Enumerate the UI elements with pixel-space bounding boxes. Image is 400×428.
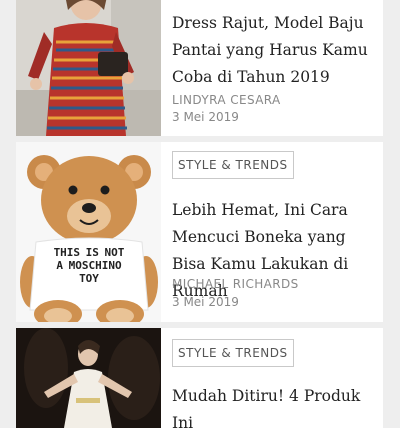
category-tag[interactable]: STYLE & TRENDS	[172, 339, 294, 367]
shirt-print: THIS IS NOT A MOSCHINO TOY	[53, 246, 125, 285]
article-author: MICHAEL RICHARDS	[172, 277, 299, 291]
teddy-bear-image	[16, 142, 161, 322]
article-date: 3 Mei 2019	[172, 110, 239, 124]
article-thumbnail[interactable]: THIS IS NOT A MOSCHINO TOY	[16, 142, 161, 322]
article-author: LINDYRA CESARA	[172, 93, 281, 107]
article-title[interactable]: Mudah Ditiru! 4 Produk Ini	[172, 383, 373, 428]
white-gown-image	[16, 328, 161, 428]
knit-dress-image	[16, 0, 161, 136]
article-thumbnail[interactable]	[16, 0, 161, 136]
article-title[interactable]: Dress Rajut, Model Baju Pantai yang Haru…	[172, 10, 373, 91]
article-card[interactable]: STYLE & TRENDS Mudah Ditiru! 4 Produk In…	[16, 328, 383, 428]
article-card[interactable]: Dress Rajut, Model Baju Pantai yang Haru…	[16, 0, 383, 136]
article-date: 3 Mei 2019	[172, 295, 239, 309]
article-thumbnail[interactable]	[16, 328, 161, 428]
category-tag[interactable]: STYLE & TRENDS	[172, 151, 294, 179]
article-card[interactable]: THIS IS NOT A MOSCHINO TOY STYLE & TREND…	[16, 142, 383, 322]
